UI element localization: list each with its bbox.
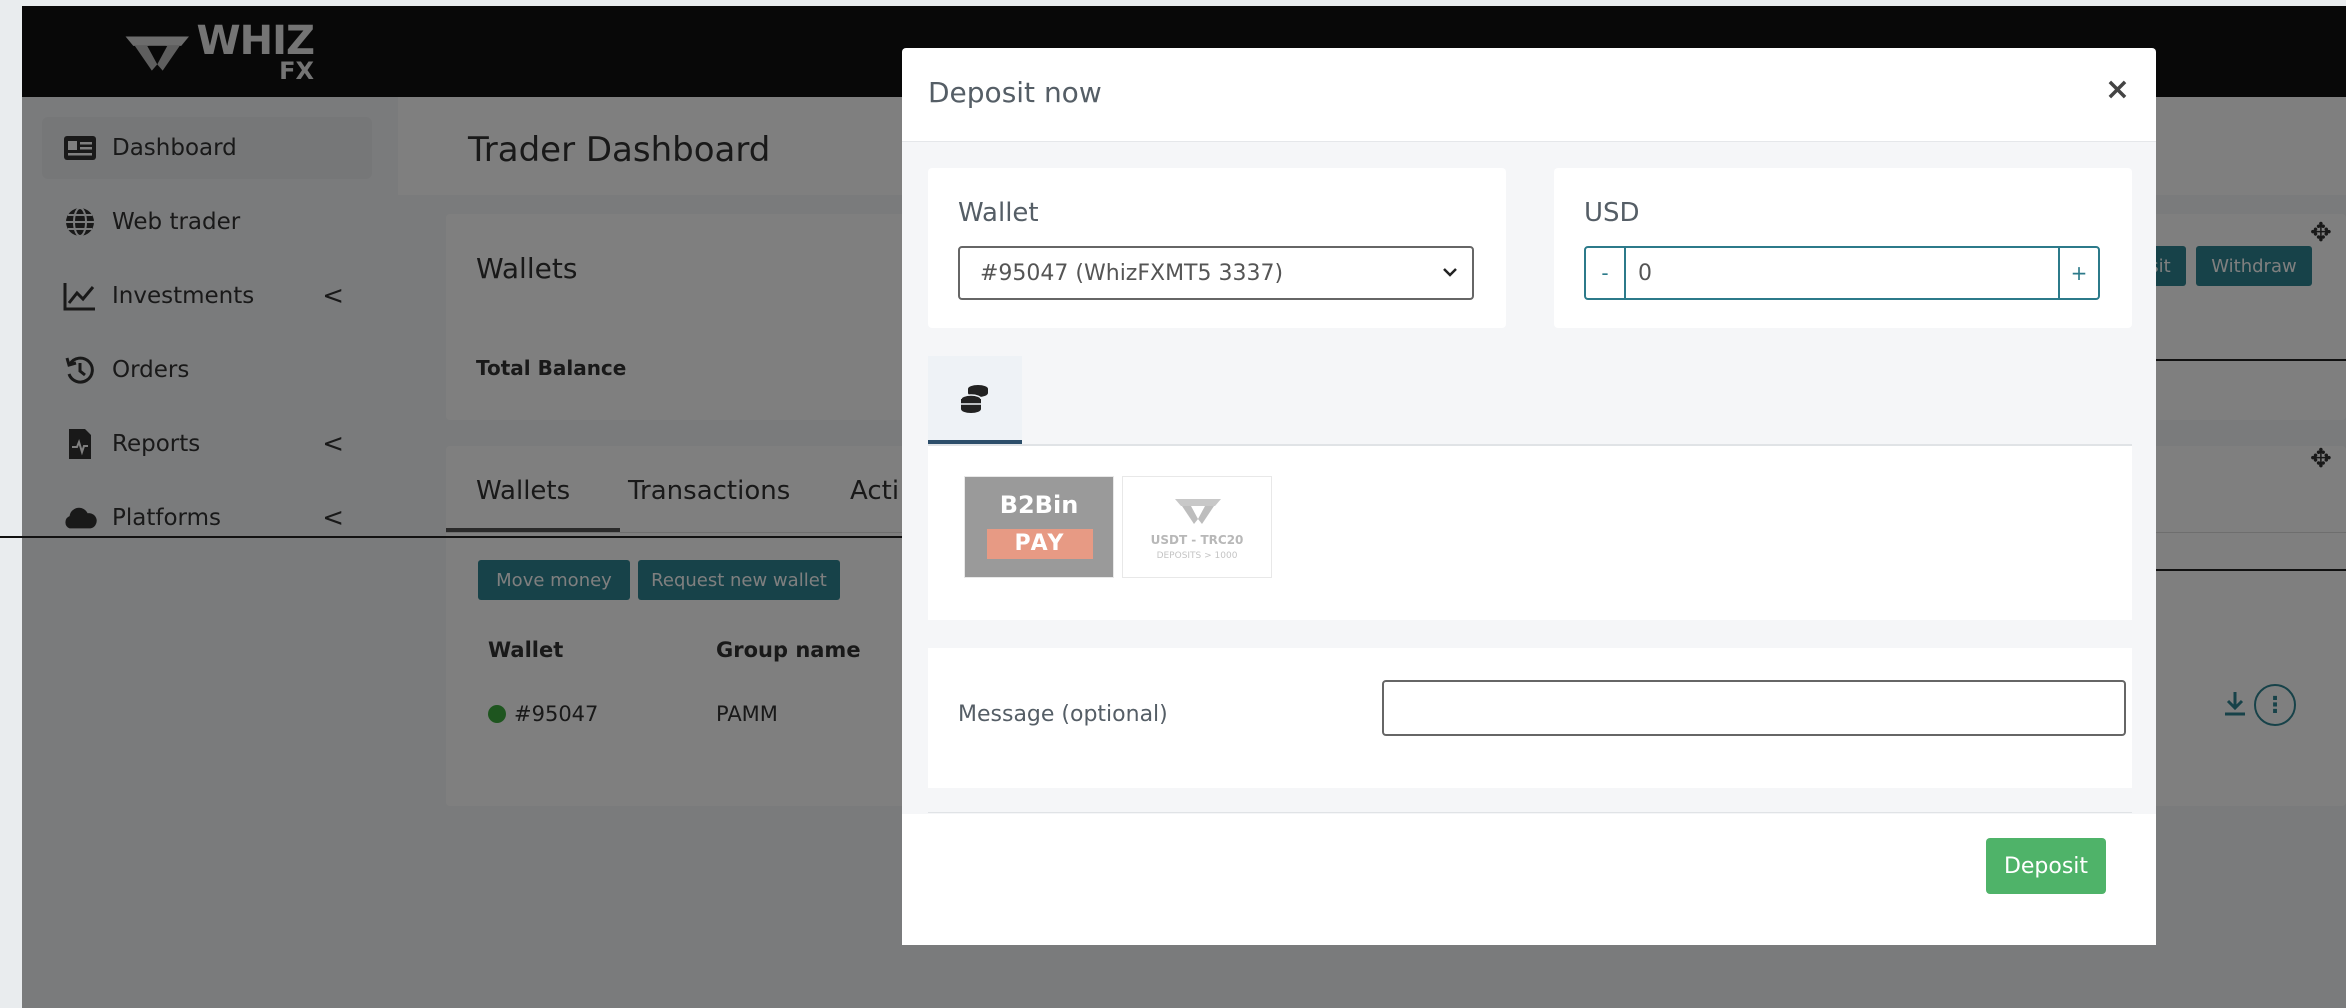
whizfx-logo-icon — [1175, 499, 1221, 524]
increment-button[interactable]: + — [2058, 248, 2098, 298]
currency-label: USD — [1584, 198, 1640, 228]
payment-method-usdt-trc20[interactable]: USDT - TRC20 DEPOSITS > 1000 — [1122, 476, 1272, 578]
modal-footer-divider — [928, 812, 2132, 813]
usdt-logo-text: USDT - TRC20 — [1150, 533, 1244, 547]
b2binpay-logo-text: B2Bin — [999, 491, 1079, 519]
wallet-select-value: #95047 (WhizFXMT5 3337) — [980, 260, 1284, 286]
payment-methods: B2Bin PAY USDT - TRC20 DEPOSITS > 1000 — [928, 446, 2132, 620]
wallet-select[interactable]: #95047 (WhizFXMT5 3337) — [958, 246, 1474, 300]
decrement-button[interactable]: - — [1586, 248, 1626, 298]
deposit-modal: Deposit now × Wallet #95047 (WhizFXMT5 3… — [902, 48, 2156, 945]
message-label: Message (optional) — [958, 702, 1168, 727]
close-icon[interactable]: × — [2105, 72, 2130, 107]
b2binpay-pay-badge: PAY — [987, 529, 1093, 559]
message-input[interactable] — [1382, 680, 2126, 736]
modal-footer — [902, 814, 2156, 945]
modal-title: Deposit now — [928, 76, 1102, 109]
submit-deposit-button[interactable]: Deposit — [1986, 838, 2106, 894]
chevron-down-icon — [1443, 268, 1457, 277]
usdt-logo-subtext: DEPOSITS > 1000 — [1156, 551, 1238, 561]
wallet-label: Wallet — [958, 198, 1039, 228]
amount-stepper: - 0 + — [1584, 246, 2100, 300]
amount-input[interactable]: 0 — [1626, 248, 2058, 298]
amount-panel: USD - 0 + — [1554, 168, 2132, 328]
message-panel: Message (optional) — [928, 648, 2132, 788]
decorative-line — [0, 536, 962, 538]
payment-method-b2binpay[interactable]: B2Bin PAY — [964, 476, 1114, 578]
coins-icon — [960, 385, 988, 413]
wallet-panel: Wallet #95047 (WhizFXMT5 3337) — [928, 168, 1506, 328]
tab-crypto-payments[interactable] — [928, 356, 1022, 444]
